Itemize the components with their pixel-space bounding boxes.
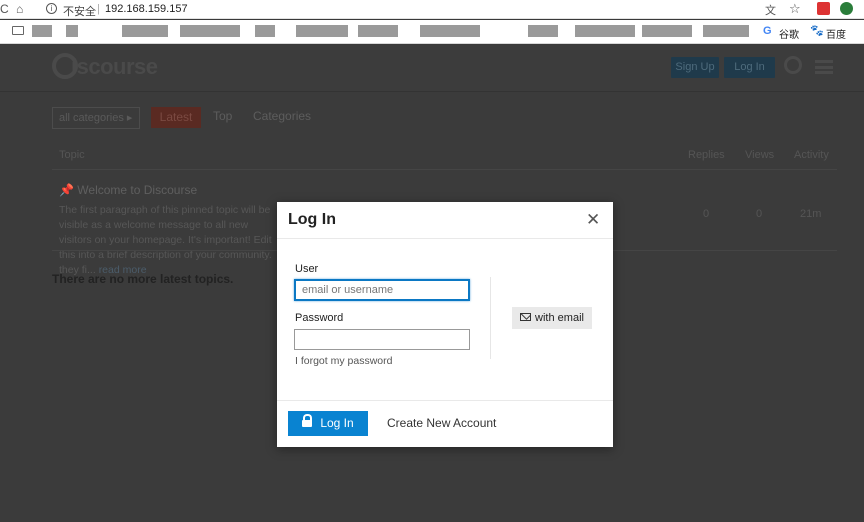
star-icon[interactable]: ☆ [789, 1, 801, 17]
user-label: User [295, 263, 319, 275]
vertical-divider [490, 277, 491, 359]
tab-latest[interactable]: Latest [151, 107, 201, 128]
hamburger-icon[interactable] [815, 60, 833, 74]
create-account-link[interactable]: Create New Account [387, 416, 496, 430]
obscured-bookmark[interactable] [358, 25, 398, 37]
login-with-email-button[interactable]: with email [512, 307, 592, 329]
profile-icon[interactable] [840, 2, 853, 15]
obscured-bookmark[interactable] [703, 25, 749, 37]
site-header: iscourse Sign Up Log In [0, 45, 864, 92]
divider [277, 238, 613, 239]
column-header-views[interactable]: Views [745, 149, 774, 161]
password-label: Password [295, 312, 344, 324]
tab-top[interactable]: Top [213, 109, 232, 123]
security-label[interactable]: 不安全 [63, 3, 96, 19]
url-separator: | [97, 3, 100, 15]
envelope-icon [520, 313, 532, 321]
divider [52, 169, 837, 170]
username-input[interactable] [294, 279, 470, 301]
obscured-bookmark[interactable] [528, 25, 558, 37]
unlock-icon [302, 414, 313, 427]
bookmarks-bar: G 谷歌 🐾 百度 [0, 20, 864, 44]
obscured-bookmark[interactable] [296, 25, 348, 37]
topic-views-count: 0 [756, 208, 763, 220]
signup-button[interactable]: Sign Up [671, 57, 719, 78]
home-icon[interactable]: ⌂ [16, 2, 23, 16]
logo-text: iscourse [71, 54, 158, 79]
extension-icon[interactable] [817, 2, 830, 15]
obscured-bookmark[interactable] [642, 25, 692, 37]
column-header-activity[interactable]: Activity [794, 149, 829, 161]
bookmark-google[interactable]: 谷歌 [779, 26, 799, 41]
google-icon: G [763, 25, 772, 37]
obscured-bookmark[interactable] [420, 25, 480, 37]
modal-title: Log In [288, 211, 336, 228]
info-icon[interactable]: i [46, 3, 57, 14]
obscured-bookmark[interactable] [122, 25, 168, 37]
header-login-button[interactable]: Log In [724, 57, 775, 78]
tab-categories[interactable]: Categories [253, 109, 311, 123]
pin-icon: 📌 [59, 183, 74, 197]
obscured-bookmark[interactable] [66, 25, 78, 37]
reload-icon[interactable]: C [0, 2, 9, 16]
no-more-topics: There are no more latest topics. [52, 272, 234, 286]
close-icon[interactable]: ✕ [586, 210, 600, 230]
login-modal: Log In ✕ User Password I forgot my passw… [277, 202, 613, 447]
forgot-password-link[interactable]: I forgot my password [295, 355, 392, 367]
obscured-bookmark[interactable] [255, 25, 275, 37]
topic-excerpt: The first paragraph of this pinned topic… [59, 204, 272, 276]
password-input[interactable] [294, 329, 470, 350]
folder-icon[interactable] [12, 26, 24, 35]
bookmark-baidu[interactable]: 百度 [826, 26, 846, 41]
url-text[interactable]: 192.168.159.157 [105, 3, 188, 15]
obscured-bookmark[interactable] [180, 25, 240, 37]
translate-icon[interactable]: 文 [765, 2, 776, 18]
topic-title-link[interactable]: 📌 Welcome to Discourse [59, 183, 197, 197]
obscured-bookmark[interactable] [32, 25, 52, 37]
topic-activity-time[interactable]: 21m [800, 208, 821, 220]
search-icon[interactable] [784, 56, 802, 74]
topic-replies-count: 0 [703, 208, 710, 220]
browser-address-bar: C ⌂ i 不安全 | 192.168.159.157 文 ☆ [0, 0, 864, 19]
discourse-logo[interactable]: iscourse [52, 53, 158, 80]
column-header-topic[interactable]: Topic [59, 149, 85, 161]
baidu-icon: 🐾 [810, 25, 824, 37]
divider [277, 400, 613, 401]
column-header-replies[interactable]: Replies [688, 149, 725, 161]
category-dropdown[interactable]: all categories ▸ [52, 107, 140, 129]
obscured-bookmark[interactable] [575, 25, 635, 37]
login-button[interactable]: Log In [288, 411, 368, 436]
